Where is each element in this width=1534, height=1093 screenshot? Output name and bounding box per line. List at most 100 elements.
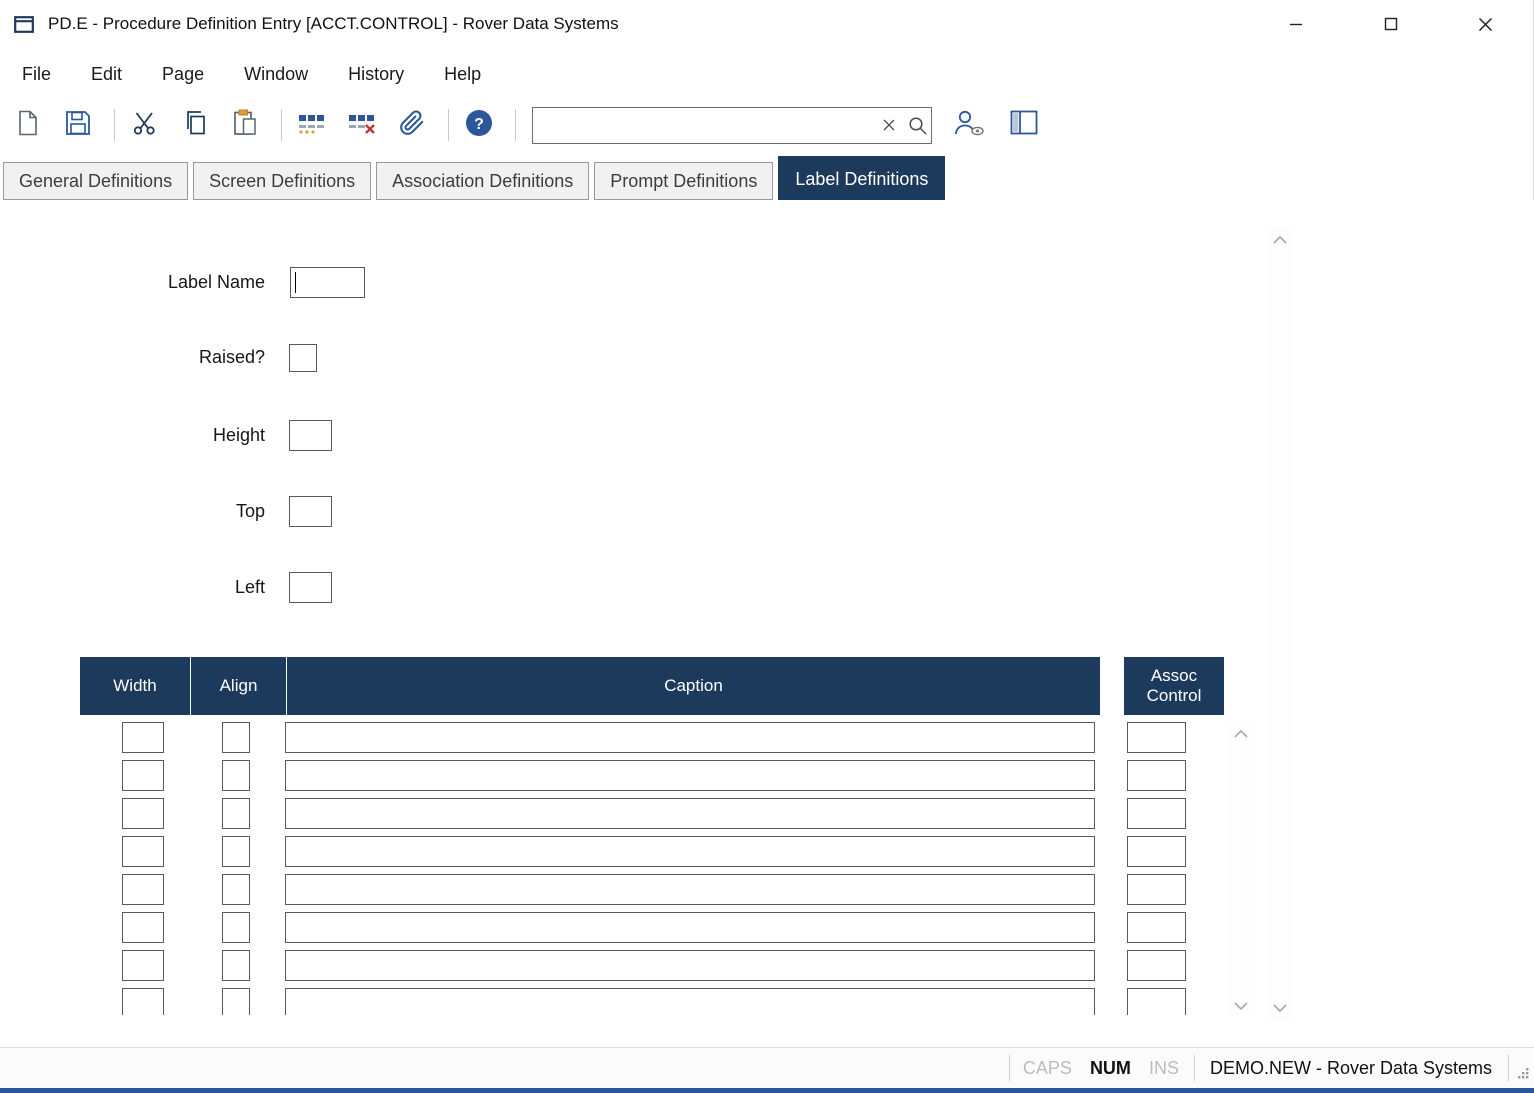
align-cell-input[interactable] bbox=[222, 798, 250, 829]
new-document-button[interactable] bbox=[12, 108, 44, 142]
delete-row-button[interactable] bbox=[346, 108, 378, 142]
align-cell-input[interactable] bbox=[222, 722, 250, 753]
search-icon[interactable] bbox=[903, 108, 931, 143]
status-bar: CAPS NUM INS DEMO.NEW - Rover Data Syste… bbox=[0, 1047, 1534, 1088]
left-label: Left bbox=[0, 572, 265, 603]
attachment-icon bbox=[399, 110, 425, 141]
minimize-button[interactable] bbox=[1248, 0, 1343, 48]
width-cell-input[interactable] bbox=[122, 798, 164, 829]
table-row bbox=[0, 836, 1260, 874]
assoc-control-cell-input[interactable] bbox=[1127, 836, 1186, 867]
align-cell-input[interactable] bbox=[222, 988, 250, 1015]
column-header-align: Align bbox=[191, 657, 286, 715]
caption-cell-input[interactable] bbox=[285, 912, 1095, 943]
assoc-control-cell-input[interactable] bbox=[1127, 988, 1186, 1015]
scroll-down-icon[interactable] bbox=[1228, 994, 1254, 1018]
top-label: Top bbox=[0, 496, 265, 527]
search-box bbox=[532, 107, 932, 144]
tab-label-definitions[interactable]: Label Definitions bbox=[778, 156, 945, 203]
width-cell-input[interactable] bbox=[122, 836, 164, 867]
scroll-up-icon[interactable] bbox=[1228, 722, 1254, 746]
status-separator bbox=[1194, 1055, 1195, 1081]
paste-button[interactable] bbox=[229, 108, 261, 142]
align-cell-input[interactable] bbox=[222, 874, 250, 905]
app-icon bbox=[14, 14, 36, 34]
caption-cell-input[interactable] bbox=[285, 836, 1095, 867]
scroll-up-icon[interactable] bbox=[1267, 228, 1293, 252]
menu-window[interactable]: Window bbox=[244, 64, 308, 85]
toolbar: ? bbox=[0, 100, 1533, 150]
cut-button[interactable] bbox=[129, 108, 161, 142]
menu-edit[interactable]: Edit bbox=[91, 64, 122, 85]
width-cell-input[interactable] bbox=[122, 722, 164, 753]
svg-text:?: ? bbox=[474, 116, 484, 133]
close-button[interactable] bbox=[1438, 0, 1533, 48]
align-cell-input[interactable] bbox=[222, 760, 250, 791]
width-cell-input[interactable] bbox=[122, 912, 164, 943]
height-input[interactable] bbox=[289, 420, 332, 451]
assoc-control-cell-input[interactable] bbox=[1127, 950, 1186, 981]
assoc-control-cell-input[interactable] bbox=[1127, 874, 1186, 905]
caption-cell-input[interactable] bbox=[285, 798, 1095, 829]
layout-button[interactable] bbox=[1008, 108, 1040, 142]
num-indicator: NUM bbox=[1090, 1058, 1131, 1079]
assoc-control-cell-input[interactable] bbox=[1127, 760, 1186, 791]
delete-row-icon bbox=[348, 111, 376, 140]
assoc-control-cell-input[interactable] bbox=[1127, 798, 1186, 829]
tab-bar: General Definitions Screen Definitions A… bbox=[0, 150, 1533, 200]
left-input[interactable] bbox=[289, 572, 332, 603]
caption-cell-input[interactable] bbox=[285, 722, 1095, 753]
window-title: PD.E - Procedure Definition Entry [ACCT.… bbox=[48, 14, 619, 34]
assoc-control-cell-input[interactable] bbox=[1127, 722, 1186, 753]
table-row bbox=[0, 912, 1260, 950]
top-input[interactable] bbox=[289, 496, 332, 527]
copy-button[interactable] bbox=[179, 108, 211, 142]
label-name-label: Label Name bbox=[0, 267, 265, 298]
width-cell-input[interactable] bbox=[122, 988, 164, 1015]
align-cell-input[interactable] bbox=[222, 950, 250, 981]
width-cell-input[interactable] bbox=[122, 950, 164, 981]
page-scrollbar[interactable] bbox=[1267, 228, 1293, 1020]
width-cell-input[interactable] bbox=[122, 874, 164, 905]
table-scrollbar[interactable] bbox=[1228, 722, 1254, 1018]
search-clear-icon[interactable] bbox=[875, 108, 903, 143]
scroll-down-icon[interactable] bbox=[1267, 996, 1293, 1020]
caption-cell-input[interactable] bbox=[285, 950, 1095, 981]
help-button[interactable]: ? bbox=[463, 108, 495, 142]
caption-cell-input[interactable] bbox=[285, 760, 1095, 791]
menu-page[interactable]: Page bbox=[162, 64, 204, 85]
text-caret bbox=[295, 272, 296, 293]
raised-label: Raised? bbox=[0, 343, 265, 372]
assoc-control-cell-input[interactable] bbox=[1127, 912, 1186, 943]
user-lookup-icon bbox=[952, 109, 984, 142]
save-icon bbox=[65, 110, 91, 141]
align-cell-input[interactable] bbox=[222, 836, 250, 867]
tab-general-definitions[interactable]: General Definitions bbox=[3, 162, 188, 200]
attachment-button[interactable] bbox=[396, 108, 428, 142]
user-lookup-button[interactable] bbox=[952, 108, 984, 142]
ins-indicator: INS bbox=[1149, 1058, 1179, 1079]
align-cell-input[interactable] bbox=[222, 912, 250, 943]
width-cell-input[interactable] bbox=[122, 760, 164, 791]
menu-file[interactable]: File bbox=[22, 64, 51, 85]
raised-checkbox[interactable] bbox=[289, 344, 317, 372]
resize-grip-icon[interactable] bbox=[1515, 1064, 1530, 1085]
menu-history[interactable]: History bbox=[348, 64, 404, 85]
menu-help[interactable]: Help bbox=[444, 64, 481, 85]
maximize-button[interactable] bbox=[1343, 0, 1438, 48]
table-row bbox=[0, 874, 1260, 912]
label-name-input[interactable] bbox=[290, 267, 365, 298]
save-button[interactable] bbox=[62, 108, 94, 142]
tab-prompt-definitions[interactable]: Prompt Definitions bbox=[594, 162, 773, 200]
tab-association-definitions[interactable]: Association Definitions bbox=[376, 162, 589, 200]
column-header-assoc-control: Assoc Control bbox=[1124, 657, 1224, 715]
tab-screen-definitions[interactable]: Screen Definitions bbox=[193, 162, 371, 200]
status-separator bbox=[1009, 1055, 1010, 1081]
app-window: PD.E - Procedure Definition Entry [ACCT.… bbox=[0, 0, 1534, 1093]
caption-cell-input[interactable] bbox=[285, 874, 1095, 905]
search-input[interactable] bbox=[533, 108, 875, 143]
table-row bbox=[0, 950, 1260, 988]
caption-cell-input[interactable] bbox=[285, 988, 1095, 1015]
title-bar: PD.E - Procedure Definition Entry [ACCT.… bbox=[0, 0, 1533, 48]
insert-row-button[interactable] bbox=[296, 108, 328, 142]
